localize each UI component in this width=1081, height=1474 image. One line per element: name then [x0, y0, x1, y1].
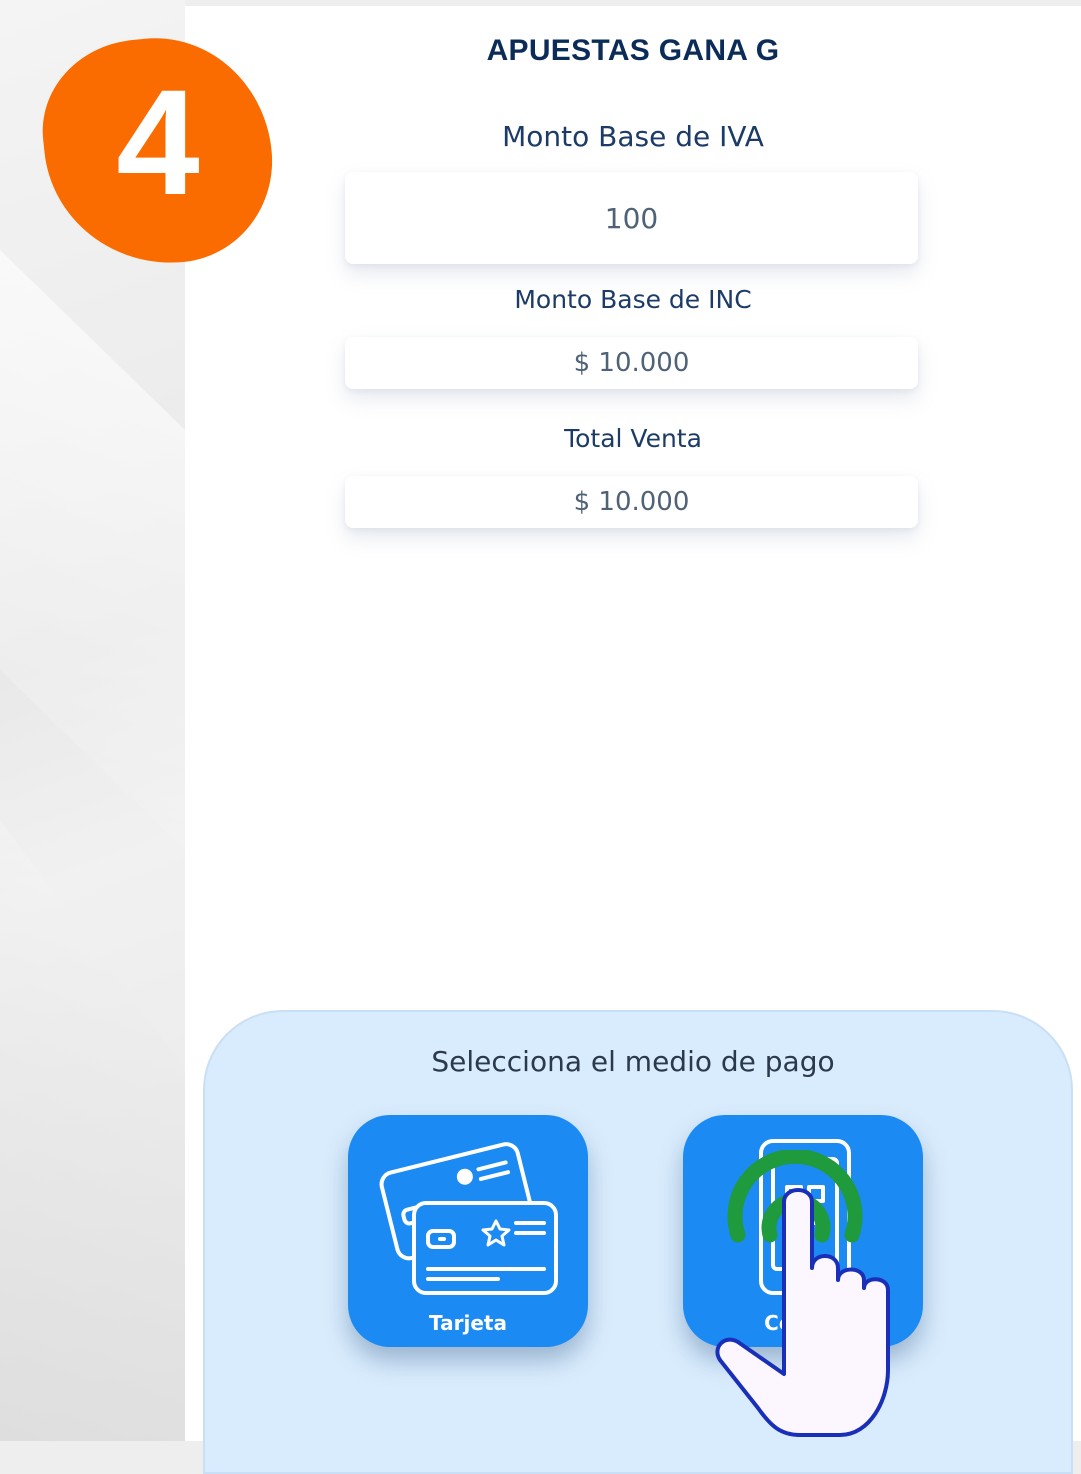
hand-pointer-icon — [715, 1150, 890, 1437]
iva-label: Monto Base de IVA — [502, 120, 764, 153]
background-shard — [0, 250, 185, 850]
tarjeta-button[interactable]: Tarjeta — [348, 1115, 588, 1347]
total-label: Total Venta — [564, 424, 702, 453]
iva-field[interactable]: 100 — [345, 172, 918, 264]
inc-label: Monto Base de INC — [514, 285, 752, 314]
background-shard — [0, 820, 185, 1441]
total-field[interactable]: $ 10.000 — [345, 476, 918, 528]
inc-field[interactable]: $ 10.000 — [345, 337, 918, 389]
page-title: APUESTAS GANA G — [486, 34, 780, 67]
total-value: $ 10.000 — [573, 487, 690, 517]
iva-value: 100 — [604, 201, 659, 235]
step-number: 4 — [116, 58, 200, 226]
credit-cards-icon — [379, 1142, 558, 1295]
tarjeta-label: Tarjeta — [429, 1311, 507, 1335]
payment-panel — [203, 1010, 1073, 1474]
inc-value: $ 10.000 — [573, 348, 690, 378]
payment-title: Selecciona el medio de pago — [431, 1045, 835, 1078]
